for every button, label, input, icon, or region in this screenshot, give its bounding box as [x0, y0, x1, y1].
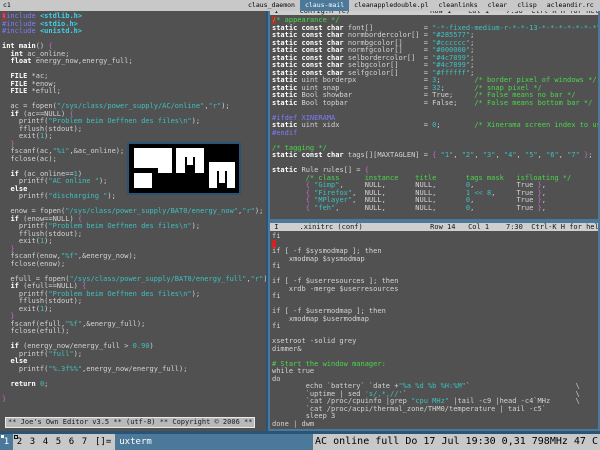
dmenu-item-cleanlinks[interactable]: cleanlinks: [433, 0, 482, 11]
focused-window-title[interactable]: uxterm: [115, 434, 313, 450]
code-line: # Start the window manager:: [272, 361, 598, 369]
terminal-window-config-h[interactable]: I config.h (c) Row 1 Col 1 7:30 Ctrl-K H…: [268, 11, 600, 221]
code-line: fclose(enow);: [2, 261, 266, 269]
code-line: fi: [272, 233, 598, 241]
code-line: static uint xidx = 0; /* Xinerama screen…: [272, 122, 598, 130]
code-line: xmodmap $sysmodmap: [272, 256, 598, 264]
dwm-logo-window[interactable]: [127, 142, 241, 195]
tag-3[interactable]: 3: [26, 434, 39, 450]
terminal-window-left-battery-c[interactable]: #include <stdlib.h>#include <stdio.h>#in…: [0, 11, 268, 431]
code-line: exit(1);: [2, 306, 266, 314]
code-line: }: [2, 396, 266, 404]
joe-status-line-xinitrc: I .xinitrc (conf) Row 14 Col 1 7:30 Ctrl…: [270, 223, 598, 231]
code-line: fi: [272, 293, 598, 301]
tag-list: 1234567: [0, 434, 91, 450]
code-line: exit(1);: [2, 133, 266, 141]
code-line: xrdb -merge $userresources: [272, 286, 598, 294]
code-line: sleep 3: [272, 413, 598, 421]
code-line: static Bool topbar = False; /* False mea…: [272, 100, 598, 108]
dmenu-item-clear[interactable]: clear: [483, 0, 513, 11]
tag-client-indicator: [14, 435, 18, 439]
status-text: AC online full Do 17 Jul 19:30 0,31 798M…: [313, 434, 600, 450]
code-line: printf("%.3f%%",energy_now/energy_full);: [2, 366, 266, 374]
code-area-config-h: /* appearance */static const char font[]…: [270, 15, 598, 212]
code-line: dimmer&: [272, 346, 598, 354]
tag-2[interactable]: 2: [13, 434, 26, 450]
code-line: [2, 388, 266, 396]
code-area-battery-c: #include <stdlib.h>#include <stdio.h>#in…: [0, 11, 266, 403]
code-line: done | dwm: [272, 421, 598, 429]
dmenu-item-acleandir.rc[interactable]: acleandir.rc: [542, 0, 599, 11]
dmenu-item-clisp[interactable]: clisp: [512, 0, 542, 11]
dwm-logo-icon: [129, 144, 239, 193]
code-line: static const char tags[][MAXTAGLEN] = { …: [272, 152, 598, 160]
dmenu-item-list: claus_daemonclaus-mailcleanappledouble.p…: [243, 0, 600, 11]
dmenu-input[interactable]: c1: [0, 0, 243, 11]
tag-6[interactable]: 6: [65, 434, 78, 450]
code-line: float energy_now,energy_full;: [2, 58, 266, 66]
tag-1[interactable]: 1: [0, 434, 13, 450]
code-area-xinitrc: fi if [ -f $sysmodmap ]; then xmodmap $s…: [270, 231, 598, 428]
code-line: printf("full");: [2, 351, 266, 359]
layout-symbol[interactable]: []=: [91, 434, 115, 450]
code-line: fi: [272, 263, 598, 271]
dmenu-bar[interactable]: c1 claus_daemonclaus-mailcleanappledoubl…: [0, 0, 600, 11]
code-line: exit(1);: [2, 238, 266, 246]
dwm-status-bar: 1234567 []= uxterm AC online full Do 17 …: [0, 434, 600, 450]
joe-editor-banner: ** Joe's Own Editor v3.5 ** (utf-8) ** C…: [5, 417, 255, 428]
dmenu-item-claus_daemon[interactable]: claus_daemon: [243, 0, 300, 11]
code-line: while true: [272, 368, 598, 376]
tag-7[interactable]: 7: [78, 434, 91, 450]
code-line: fclose(efull);: [2, 328, 266, 336]
code-line: xsetroot -solid grey: [272, 338, 598, 346]
dmenu-item-claus-mail[interactable]: claus-mail: [300, 0, 349, 11]
tag-5[interactable]: 5: [52, 434, 65, 450]
dwm-desktop: c1 claus_daemonclaus-mailcleanappledoubl…: [0, 0, 600, 450]
tag-client-indicator: [1, 435, 4, 438]
code-line: fi: [272, 323, 598, 331]
code-line: return 0;: [2, 381, 266, 389]
code-line: { "feh", NULL, NULL, 0, True },: [272, 205, 598, 213]
code-line: FILE *efull;: [2, 88, 266, 96]
joe-status-line-config-clipped: I config.h (c) Row 1 Col 1 7:30 Ctrl-K H…: [270, 11, 598, 15]
dmenu-item-cleanappledouble.pl[interactable]: cleanappledouble.pl: [349, 0, 433, 11]
tag-4[interactable]: 4: [39, 434, 52, 450]
terminal-window-xinitrc[interactable]: I .xinitrc (conf) Row 14 Col 1 7:30 Ctrl…: [268, 221, 600, 431]
code-line: #include <unistd.h>: [2, 28, 266, 36]
code-line: xmodmap $usermodmap: [272, 316, 598, 324]
code-line: #endif: [272, 130, 598, 138]
